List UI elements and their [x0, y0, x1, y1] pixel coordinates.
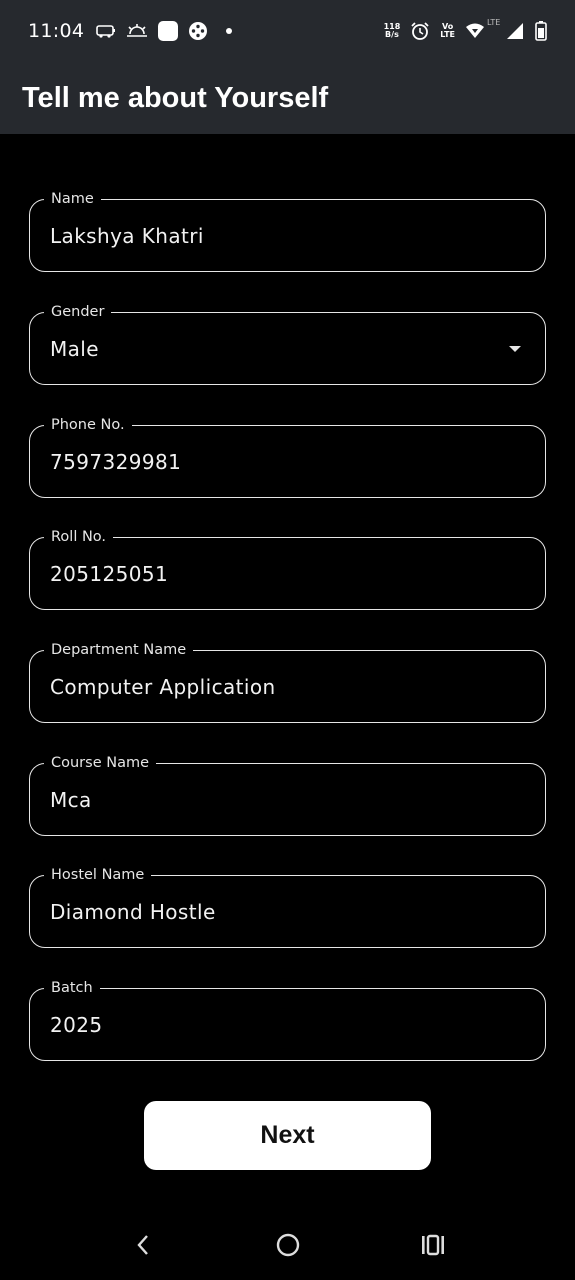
gender-dropdown[interactable]: Gender Male — [29, 302, 546, 385]
roll-value: 205125051 — [50, 562, 169, 586]
game-icon — [189, 22, 208, 40]
department-value: Computer Application — [50, 675, 276, 699]
recents-button[interactable] — [413, 1225, 453, 1265]
status-right-icons: 118 B/s Vo LTE LTE — [384, 19, 547, 41]
gender-value: Male — [50, 337, 99, 361]
weather-icon — [127, 24, 148, 37]
name-field[interactable]: Name Lakshya Khatri — [29, 189, 546, 272]
batch-label: Batch — [44, 978, 100, 998]
battery-icon — [535, 21, 547, 41]
lte-signal-icon: LTE — [487, 19, 525, 41]
department-field[interactable]: Department Name Computer Application — [29, 640, 546, 723]
ev-icon — [96, 25, 116, 38]
hostel-label: Hostel Name — [44, 865, 152, 885]
status-bar: 11:04 118 B/s Vo LTE LTE — [0, 0, 575, 62]
navigation-bar — [0, 1210, 575, 1280]
volte-icon: Vo LTE — [440, 23, 455, 39]
name-label: Name — [44, 189, 101, 209]
page-title: Tell me about Yourself — [22, 81, 329, 114]
course-label: Course Name — [44, 753, 157, 773]
phone-field[interactable]: Phone No. 7597329981 — [29, 415, 546, 498]
next-button[interactable]: Next — [144, 1101, 431, 1170]
hostel-field[interactable]: Hostel Name Diamond Hostle — [29, 865, 546, 948]
status-left-icons — [96, 21, 233, 41]
volte-bottom: LTE — [440, 30, 455, 39]
back-icon — [136, 1235, 148, 1255]
roll-label: Roll No. — [44, 527, 114, 547]
course-field[interactable]: Course Name Mca — [29, 753, 546, 836]
dropdown-arrow-icon[interactable] — [509, 346, 521, 352]
app-bar: Tell me about Yourself — [0, 62, 575, 134]
phone-value: 7597329981 — [50, 450, 182, 474]
app-square-icon — [158, 21, 179, 41]
roll-field[interactable]: Roll No. 205125051 — [29, 527, 546, 610]
course-value: Mca — [50, 788, 92, 812]
status-time: 11:04 — [28, 20, 85, 42]
phone-label: Phone No. — [44, 415, 132, 435]
alarm-icon — [411, 22, 429, 40]
department-label: Department Name — [44, 640, 194, 660]
home-button[interactable] — [268, 1225, 308, 1265]
data-speed-icon: 118 B/s — [384, 23, 401, 39]
hostel-value: Diamond Hostle — [50, 900, 216, 924]
home-icon — [276, 1233, 299, 1257]
back-button[interactable] — [123, 1225, 163, 1265]
gender-label: Gender — [44, 302, 112, 322]
recents-icon — [421, 1234, 444, 1256]
name-value: Lakshya Khatri — [50, 224, 204, 248]
batch-value: 2025 — [50, 1013, 103, 1037]
wifi-icon — [466, 23, 484, 38]
notification-dot-icon — [226, 28, 233, 34]
data-speed-unit: B/s — [385, 30, 399, 39]
batch-field[interactable]: Batch 2025 — [29, 978, 546, 1061]
